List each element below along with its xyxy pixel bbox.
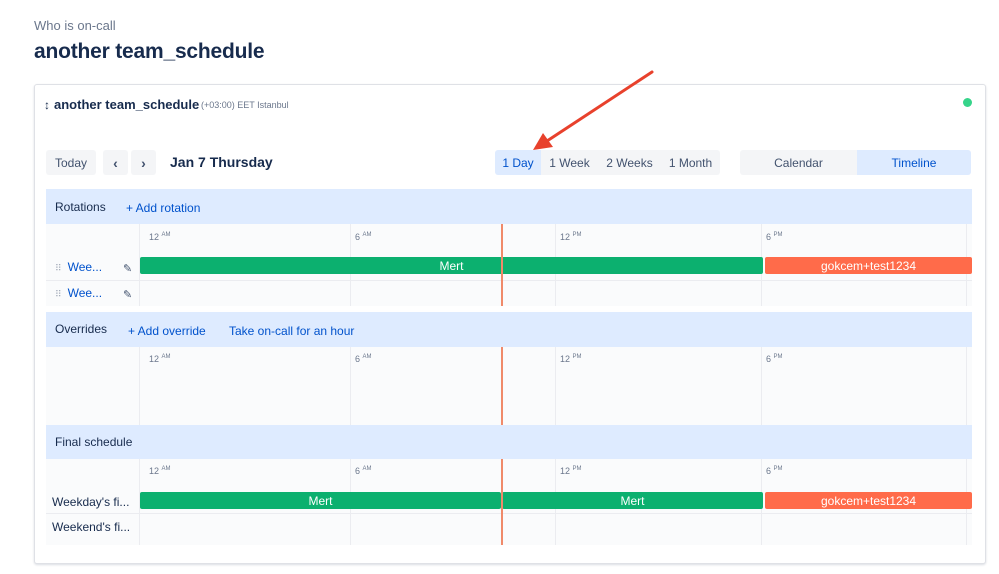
annotation-arrow-icon bbox=[533, 70, 654, 150]
